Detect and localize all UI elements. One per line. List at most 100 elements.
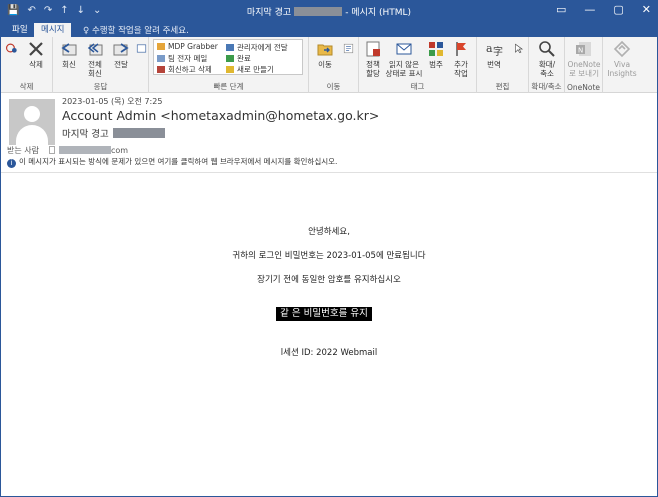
group-tags: 정책 할당 읽지 않은 상태로 표시 범주 추가 작업 태그 (359, 37, 477, 93)
quick-step-team-email[interactable]: 팀 전자 메일 (157, 53, 207, 64)
quick-step-label: MDP Grabber (168, 42, 218, 51)
footer-session-text: l세션 ID: 2022 Webmail (280, 348, 378, 358)
svg-text:字: 字 (493, 45, 503, 58)
group-onenote: N OneNote 로 보내기 OneNote (565, 37, 603, 93)
quick-step-label: 팀 전자 메일 (168, 54, 208, 63)
quick-step-to-manager[interactable]: 관리자에게 전달 (226, 42, 288, 53)
viva-insights-button[interactable]: Viva Insights (605, 40, 639, 78)
outlook-message-window: 💾 ↶ ↷ ↑ ↓ ⌄ 마지막 경고 - 메시지 (HTML) ▭ — ▢ ✕ 파… (0, 0, 658, 497)
title-bar: 💾 ↶ ↷ ↑ ↓ ⌄ 마지막 경고 - 메시지 (HTML) ▭ — ▢ ✕ (1, 1, 657, 21)
delete-button[interactable]: 삭제 (25, 40, 47, 69)
redaction-bar (294, 7, 343, 16)
quick-step-label: 완료 (237, 54, 251, 63)
keep-password-button[interactable]: 같 은 비밀번호를 유지 (276, 307, 372, 321)
viva-label-1: Viva (613, 60, 631, 69)
expiry-notice-text: 귀하의 로그인 비밀번호는 2023-01-05에 만료됩니다 (232, 251, 426, 261)
group-quick-steps: MDP Grabber 팀 전자 메일 회신하고 삭제 관리자에게 전달 완료 … (149, 37, 309, 93)
viva-label-2: Insights (607, 69, 637, 78)
group-editing: a 字 번역 편집 (477, 37, 529, 93)
quick-steps-gallery: MDP Grabber 팀 전자 메일 회신하고 삭제 관리자에게 전달 완료 … (153, 39, 303, 75)
mark-unread-button[interactable]: 읽지 않은 상태로 표시 (385, 40, 423, 78)
forward-button[interactable]: 전달 (109, 40, 133, 69)
follow-up-label-2: 작업 (454, 69, 468, 78)
quick-step-reply-delete[interactable]: 회신하고 삭제 (157, 64, 212, 75)
group-label-delete: 삭제 (19, 82, 34, 91)
delete-x-icon (29, 42, 43, 56)
avatar-body-shape (16, 125, 48, 145)
zoom-button[interactable]: 확대/ 축소 (533, 40, 561, 78)
quick-step-label: 새로 만들기 (237, 65, 274, 74)
group-move: 이동 이동 (309, 37, 359, 93)
send-to-onenote-button[interactable]: N OneNote 로 보내기 (567, 40, 601, 78)
sender-avatar (9, 99, 55, 145)
policy-icon (366, 41, 380, 57)
quick-step-create-new[interactable]: 새로 만들기 (226, 64, 274, 75)
ribbon-tabs: 파일 메시지 ♀ 수행할 작업을 알려 주세요. (1, 21, 657, 37)
more-respond-button[interactable] (135, 43, 147, 56)
move-button[interactable]: 이동 (313, 40, 337, 69)
follow-up-label-1: 추가 (454, 60, 468, 69)
tell-me-text: 수행할 작업을 알려 주세요. (91, 26, 189, 36)
rules-button[interactable] (341, 43, 355, 56)
policy-label-1: 정책 (366, 60, 380, 69)
close-icon[interactable]: ✕ (642, 3, 651, 16)
quick-step-done[interactable]: 완료 (226, 53, 251, 64)
reply-label: 회신 (62, 60, 76, 69)
group-respond: 회신 전체 회신 전달 응답 (53, 37, 149, 93)
group-label-onenote: OneNote (566, 83, 601, 92)
to-label: 받는 사람 (7, 146, 39, 155)
reply-all-label-2: 회신 (88, 69, 102, 78)
infobar[interactable]: i이 메시지가 표시되는 방식에 문제가 있으면 여기를 클릭하여 웹 브라우저… (7, 156, 337, 168)
minimize-icon[interactable]: — (584, 3, 595, 16)
forward-icon (113, 43, 129, 56)
categorize-label: 범주 (429, 60, 443, 69)
reply-all-icon (87, 43, 103, 56)
zoom-label-2: 축소 (540, 69, 554, 78)
redaction-bar (58, 146, 111, 154)
group-delete: 삭제 삭제 (1, 37, 53, 93)
categorize-button[interactable]: 범주 (425, 40, 447, 69)
svg-text:a: a (486, 42, 493, 55)
group-zoom: 확대/ 축소 확대/축소 (529, 37, 565, 93)
sender-name[interactable]: Account Admin <hometaxadmin@hometax.go.k… (62, 108, 379, 123)
quick-step-label: 회신하고 삭제 (168, 65, 212, 74)
recipient-line: 받는 사람 com (7, 145, 128, 156)
message-subject: 마지막 경고 (62, 126, 165, 140)
magnifier-icon (539, 41, 555, 57)
tab-message[interactable]: 메시지 (34, 23, 72, 37)
move-label: 이동 (318, 60, 332, 69)
group-label-quick-steps: 빠른 단계 (213, 82, 244, 91)
title-text-left: 마지막 경고 (246, 8, 292, 18)
unread-label-1: 읽지 않은 (389, 60, 419, 69)
group-label-move: 이동 (326, 82, 341, 91)
onenote-label-1: OneNote (567, 60, 601, 69)
reply-button[interactable]: 회신 (57, 40, 81, 69)
editing-more-button[interactable] (511, 43, 525, 56)
tell-me-search[interactable]: ♀ 수행할 작업을 알려 주세요. (83, 24, 189, 36)
tab-file[interactable]: 파일 (5, 23, 35, 37)
quick-step-mdp-grabber[interactable]: MDP Grabber (157, 42, 218, 51)
reply-all-button[interactable]: 전체 회신 (83, 40, 107, 78)
follow-up-button[interactable]: 추가 작업 (449, 40, 473, 78)
svg-text:N: N (578, 47, 583, 55)
delete-label: 삭제 (29, 60, 43, 69)
junk-icon (5, 43, 17, 53)
recipient-domain-suffix: com (110, 146, 129, 155)
envelope-unread-icon (396, 43, 412, 55)
junk-button[interactable] (5, 41, 19, 57)
ribbon-display-icon[interactable]: ▭ (556, 3, 566, 16)
viva-insights-icon (613, 40, 631, 58)
message-header: 2023-01-05 (목) 오전 7:25 Account Admin <ho… (1, 93, 657, 173)
ribbon: 삭제 삭제 회신 전체 회신 전달 응답 MDP Grabber 팀 전자 메일… (1, 37, 657, 93)
assign-policy-button[interactable]: 정책 할당 (362, 40, 384, 78)
info-icon: i (7, 159, 16, 168)
zoom-label-1: 확대/ (538, 60, 556, 69)
translate-button[interactable]: a 字 번역 (481, 40, 507, 69)
maximize-icon[interactable]: ▢ (613, 3, 623, 16)
recipient-photo-icon (48, 146, 55, 154)
reply-icon (61, 43, 77, 56)
subject-text: 마지막 경고 (62, 129, 109, 140)
infobar-text: 이 메시지가 표시되는 방식에 문제가 있으면 여기를 클릭하여 웹 브라우저에… (19, 157, 338, 166)
received-date: 2023-01-05 (목) 오전 7:25 (62, 97, 163, 106)
window-controls: ▭ — ▢ ✕ (556, 3, 651, 16)
